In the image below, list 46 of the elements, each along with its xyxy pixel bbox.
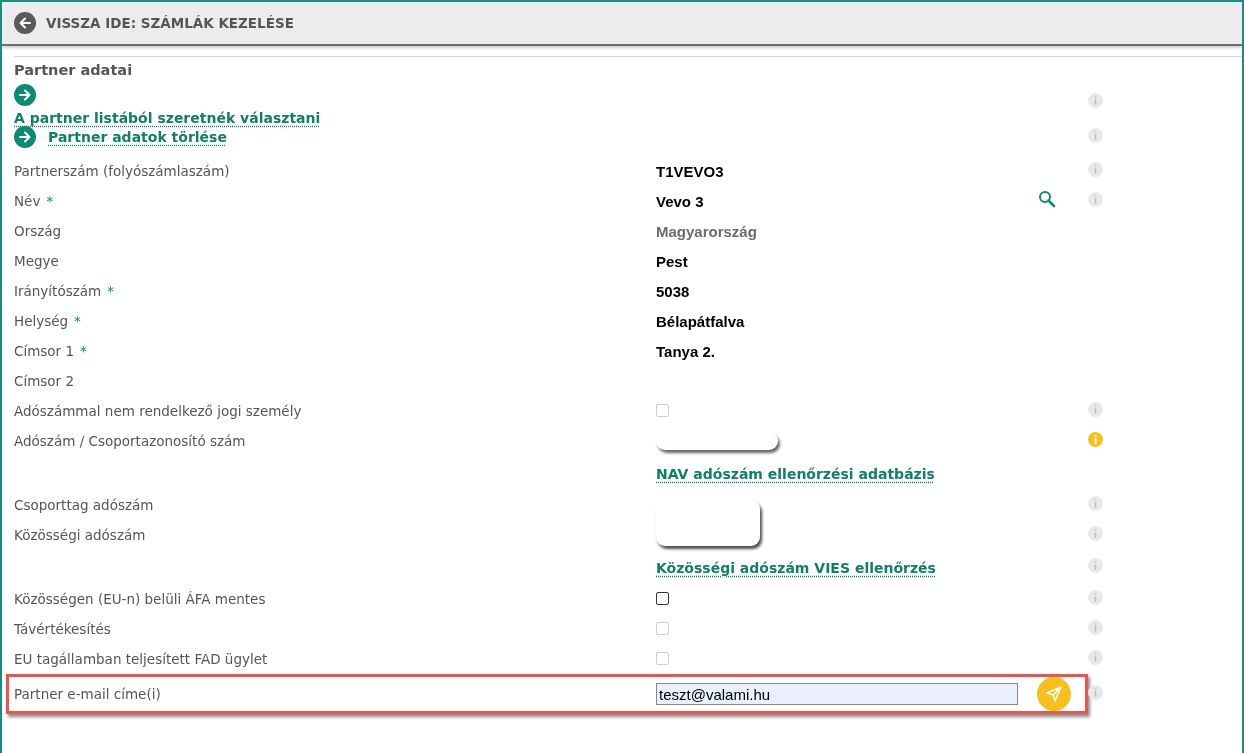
info-icon[interactable] [1088, 557, 1103, 573]
info-icon[interactable] [1088, 684, 1103, 700]
arrow-right-icon[interactable] [14, 126, 36, 148]
field-label: Csoporttag adószám [13, 497, 155, 513]
info-icon[interactable] [1088, 161, 1103, 177]
info-icon[interactable] [1088, 127, 1103, 143]
field-label: Megye [13, 253, 60, 269]
action-link[interactable]: A partner listából szeretnék választani [14, 110, 321, 126]
field-value: T1VEVO3 [656, 162, 725, 180]
checkbox[interactable] [656, 591, 669, 605]
field-label: Név * [13, 193, 55, 209]
info-icon[interactable] [1088, 191, 1103, 207]
field-value: 5038 [656, 282, 691, 300]
warning-info-icon[interactable] [1088, 431, 1103, 447]
field-label: Helység * [13, 313, 82, 329]
field-value: Bélapátfalva [656, 312, 746, 330]
info-icon[interactable] [1088, 92, 1103, 108]
email-field[interactable]: teszt@valami.hu [656, 683, 1018, 705]
search-icon[interactable] [1038, 190, 1056, 208]
section-title: Partner adatai [14, 62, 134, 78]
send-icon [1045, 685, 1063, 703]
field-label: Ország [13, 223, 63, 239]
field-value: Vevo 3 [656, 192, 705, 210]
field-label: Irányítószám * [13, 283, 115, 299]
field-value: Pest [656, 252, 689, 270]
link[interactable]: NAV adószám ellenőrzési adatbázis [656, 465, 935, 482]
field-label: Partner e-mail címe(i) [13, 686, 162, 702]
field-label: Közösségen (EU-n) belüli ÁFA mentes [13, 591, 267, 607]
field-label: Címsor 1 * [13, 343, 88, 359]
field-label: Közösségi adószám [13, 527, 147, 543]
field-value: Magyarország [656, 222, 758, 240]
arrow-right-icon[interactable] [14, 84, 36, 106]
link[interactable]: Közösségi adószám VIES ellenőrzés [656, 559, 936, 576]
info-icon[interactable] [1088, 525, 1103, 541]
field-label: Adószámmal nem rendelkező jogi személy [13, 403, 303, 419]
action-link[interactable]: Partner adatok törlése [48, 129, 227, 145]
field-label: Adószám / Csoportazonosító szám [13, 433, 247, 449]
field-label: Címsor 2 [13, 373, 76, 389]
back-link-title[interactable]: VISSZA IDE: SZÁMLÁK KEZELÉSE [46, 15, 294, 31]
field-label: Távértékesítés [13, 621, 112, 637]
field-label: EU tagállamban teljesített FAD ügylet [13, 651, 269, 667]
field-value: Tanya 2. [656, 342, 716, 360]
send-button[interactable] [1037, 677, 1071, 711]
info-icon[interactable] [1088, 495, 1103, 511]
field-label: Partnerszám (folyószámlaszám) [13, 163, 231, 179]
info-icon[interactable] [1088, 589, 1103, 605]
